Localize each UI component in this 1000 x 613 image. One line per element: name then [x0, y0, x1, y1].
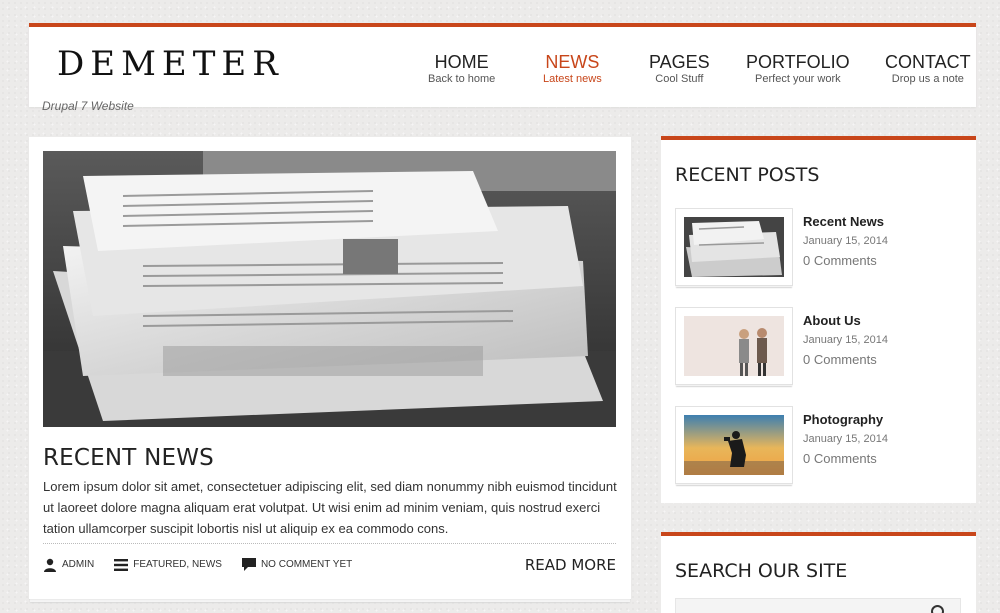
nav-label: CONTACT [885, 52, 971, 72]
nav-label: HOME [434, 52, 489, 72]
post-categories-label: FEATURED, NEWS [133, 559, 222, 570]
recent-post-date: January 15, 2014 [803, 433, 889, 445]
nav-label: NEWS [545, 52, 600, 72]
newspaper-image [43, 151, 616, 427]
nav-item-pages[interactable]: PAGES Cool Stuff [649, 53, 710, 85]
post-meta: ADMIN FEATURED, NEWS NO COMMENT YET READ… [43, 543, 616, 585]
post-title[interactable]: RECENT NEWS [43, 445, 214, 471]
nav-item-contact[interactable]: CONTACT Drop us a note [885, 53, 971, 85]
user-icon [44, 558, 56, 572]
search-widget: SEARCH OUR SITE [661, 532, 976, 613]
post-categories[interactable]: FEATURED, NEWS [114, 558, 222, 571]
post-excerpt: Lorem ipsum dolor sit amet, consectetuer… [43, 479, 617, 536]
nav-label: PORTFOLIO [746, 52, 850, 72]
post-featured-image[interactable] [43, 151, 616, 427]
recent-post-title[interactable]: About Us [803, 313, 861, 328]
nav-sub: Drop us a note [891, 73, 964, 85]
read-more-link[interactable]: READ MORE [525, 556, 616, 574]
search-icon[interactable] [930, 604, 948, 613]
recent-post-item[interactable]: About Us January 15, 2014 0 Comments [675, 307, 965, 397]
nav-item-news[interactable]: NEWS Latest news [543, 53, 602, 85]
nav-item-home[interactable]: HOME Back to home [428, 53, 495, 85]
recent-post-comments[interactable]: 0 Comments [803, 253, 877, 268]
recent-posts-title: RECENT POSTS [675, 164, 820, 186]
nav-sub: Cool Stuff [655, 73, 704, 85]
sunset-thumb-image [684, 415, 784, 475]
nav-label: PAGES [649, 52, 710, 72]
recent-post-thumbnail[interactable] [675, 307, 793, 385]
site-tagline: Drupal 7 Website [42, 99, 134, 113]
site-header: DEMETER Drupal 7 Website HOME Back to ho… [29, 23, 976, 113]
post-author-label: ADMIN [62, 559, 95, 570]
post-comments[interactable]: NO COMMENT YET [241, 557, 353, 572]
newspaper-thumb-image [684, 217, 784, 277]
recent-post-thumbnail[interactable] [675, 208, 793, 286]
post-author[interactable]: ADMIN [43, 558, 94, 572]
list-icon [114, 558, 129, 571]
post-comments-label: NO COMMENT YET [260, 559, 353, 570]
recent-posts-widget: RECENT POSTS Recent News January 15, 201… [661, 136, 976, 503]
recent-post-comments[interactable]: 0 Comments [803, 352, 877, 367]
post-card: RECENT NEWS Lorem ipsum dolor sit amet, … [29, 137, 631, 599]
nav-sub: Perfect your work [755, 73, 841, 85]
search-widget-title: SEARCH OUR SITE [675, 560, 848, 582]
site-logo[interactable]: DEMETER [57, 47, 284, 81]
nav-sub: Latest news [543, 73, 602, 85]
recent-post-date: January 15, 2014 [803, 235, 889, 247]
recent-post-title[interactable]: Recent News [803, 214, 884, 229]
recent-post-item[interactable]: Recent News January 15, 2014 0 Comments [675, 208, 965, 298]
recent-post-date: January 15, 2014 [803, 334, 889, 346]
search-input[interactable] [675, 598, 961, 613]
people-thumb-image [684, 316, 784, 376]
recent-post-comments[interactable]: 0 Comments [803, 451, 877, 466]
nav-sub: Back to home [428, 73, 496, 85]
recent-post-thumbnail[interactable] [675, 406, 793, 484]
recent-post-item[interactable]: Photography January 15, 2014 0 Comments [675, 406, 965, 496]
nav-item-portfolio[interactable]: PORTFOLIO Perfect your work [746, 53, 850, 85]
recent-post-title[interactable]: Photography [803, 412, 883, 427]
comment-icon [241, 557, 256, 571]
